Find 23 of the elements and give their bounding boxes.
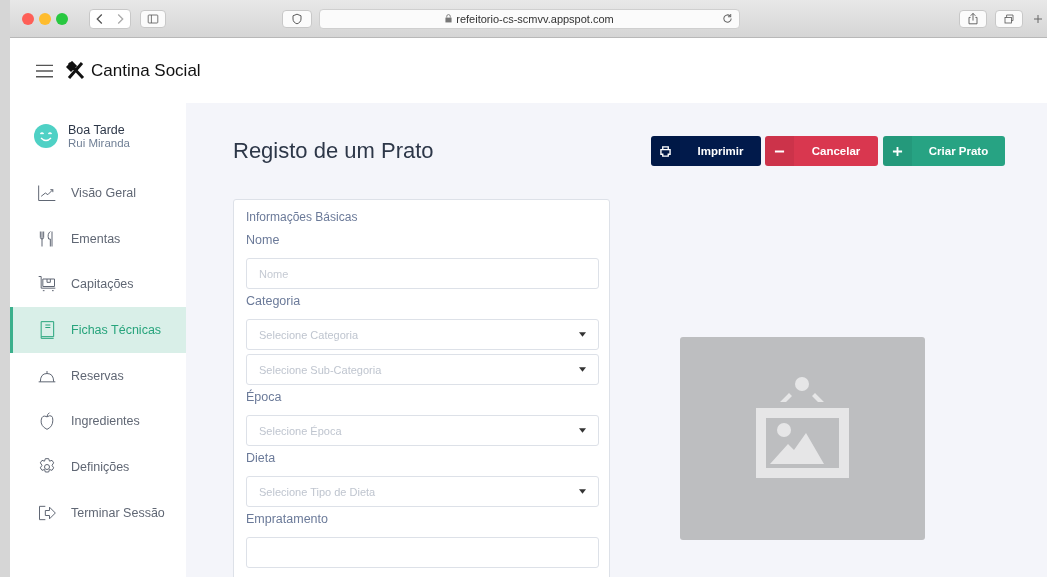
cancel-button[interactable]: Cancelar xyxy=(765,136,878,166)
sidebar-item[interactable]: Ementas xyxy=(10,215,186,262)
page-title: Registo de um Prato xyxy=(233,138,434,164)
input-field[interactable]: Nome xyxy=(246,258,599,289)
sidebar-item[interactable]: Visão Geral xyxy=(10,170,186,216)
sidebar-item[interactable]: Capitações xyxy=(10,261,186,308)
address-bar[interactable]: refeitorio-cs-scmvv.appspot.com xyxy=(319,8,740,29)
greeting-text: Boa Tarde xyxy=(68,123,126,137)
field-label: Dieta xyxy=(246,450,277,467)
section-title: Informações Básicas xyxy=(246,210,359,224)
sidebar-item[interactable]: Definições xyxy=(10,444,186,490)
sidebar-item[interactable]: Terminar Sessão xyxy=(10,489,186,536)
sidebar-item[interactable]: Ingredientes xyxy=(10,398,186,445)
app-title: Cantina Social xyxy=(91,60,201,81)
field-label: Categoria xyxy=(246,293,302,310)
url-text: refeitorio-cs-scmvv.appspot.com xyxy=(456,12,614,25)
create-button[interactable]: Criar Prato xyxy=(883,136,1005,166)
field-label: Época xyxy=(246,389,283,406)
print-button[interactable]: Imprimir xyxy=(651,136,761,166)
user-name: Rui Miranda xyxy=(68,137,130,149)
field-label: Nome xyxy=(246,232,281,249)
field-label: Empratamento xyxy=(246,511,329,528)
sidebar-item[interactable]: Reservas xyxy=(10,352,186,399)
